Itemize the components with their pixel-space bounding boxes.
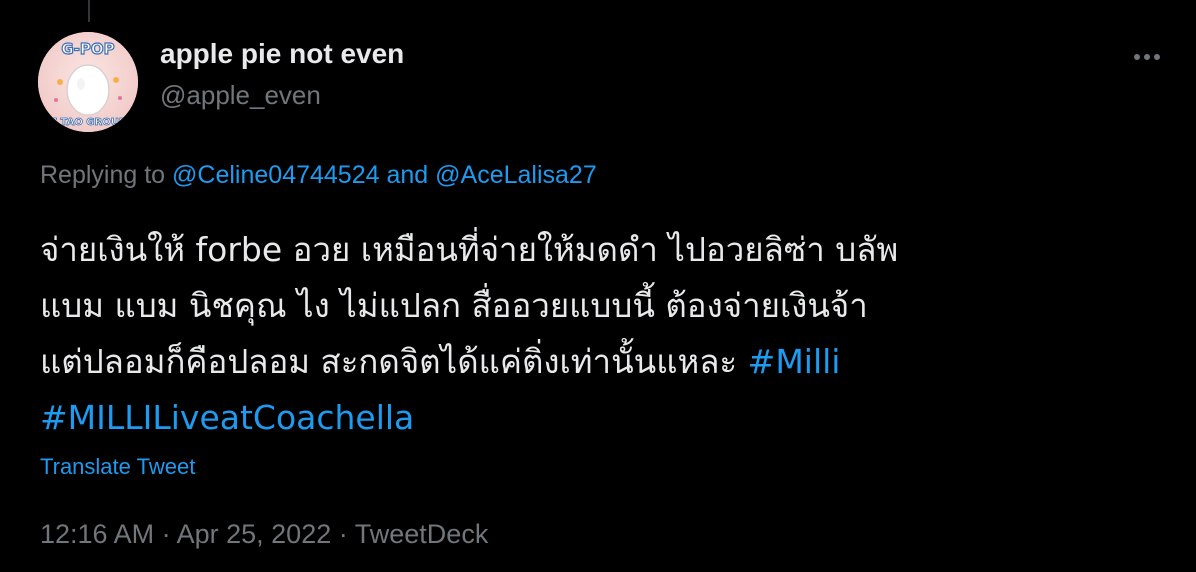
replying-to-line: Replying to @Celine04744524 and @AceLali… xyxy=(40,161,597,190)
meta-separator: · xyxy=(338,519,348,549)
avatar-image: G-POP Z TAO GROUP xyxy=(38,32,138,132)
hashtag-link[interactable]: #Milli xyxy=(748,342,841,381)
avatar[interactable]: G-POP Z TAO GROUP xyxy=(38,32,138,132)
thread-connector-line xyxy=(88,0,90,22)
replying-prefix: Replying to xyxy=(40,161,166,189)
svg-text:G-POP: G-POP xyxy=(61,40,114,58)
more-options-button[interactable] xyxy=(1120,40,1170,80)
tweet-metadata: 12:16 AM · Apr 25, 2022 · TweetDeck xyxy=(40,519,488,550)
display-name[interactable]: apple pie not even xyxy=(160,38,404,70)
tweet-source-link[interactable]: TweetDeck xyxy=(355,519,489,549)
svg-text:Z TAO GROUP: Z TAO GROUP xyxy=(50,117,126,128)
translate-tweet-link[interactable]: Translate Tweet xyxy=(40,454,195,480)
user-handle[interactable]: @apple_even xyxy=(160,80,321,111)
hashtag-link[interactable]: #MILLILiveatCoachella xyxy=(40,398,414,437)
tweet-text: จ่ายเงินให้ forbe อวย เหมือนที่จ่ายให้มด… xyxy=(40,222,1170,446)
reply-and-link[interactable]: and xyxy=(386,161,428,189)
tweet-text-line: จ่ายเงินให้ forbe อวย เหมือนที่จ่ายให้มด… xyxy=(40,230,899,269)
tweet-time-link[interactable]: 12:16 AM xyxy=(40,519,154,549)
more-horizontal-icon xyxy=(1134,54,1160,60)
reply-mention-link[interactable]: @Celine04744524 xyxy=(172,161,379,189)
tweet-text-line: แต่ปลอมก็คือปลอม สะกดจิตได้แค่ติ่งเท่านั… xyxy=(40,334,1170,390)
tweet-text-segment: แต่ปลอมก็คือปลอม สะกดจิตได้แค่ติ่งเท่านั… xyxy=(40,342,738,381)
tweet-text-line: #MILLILiveatCoachella xyxy=(40,390,1170,446)
tweet-text-line: แบม แบม นิชคุณ ไง ไม่แปลก สื่ออวยแบบนี้ … xyxy=(40,286,868,325)
meta-separator: · xyxy=(161,519,171,549)
reply-mention-link[interactable]: @AceLalisa27 xyxy=(435,161,597,189)
tweet-date-link[interactable]: Apr 25, 2022 xyxy=(177,519,332,549)
